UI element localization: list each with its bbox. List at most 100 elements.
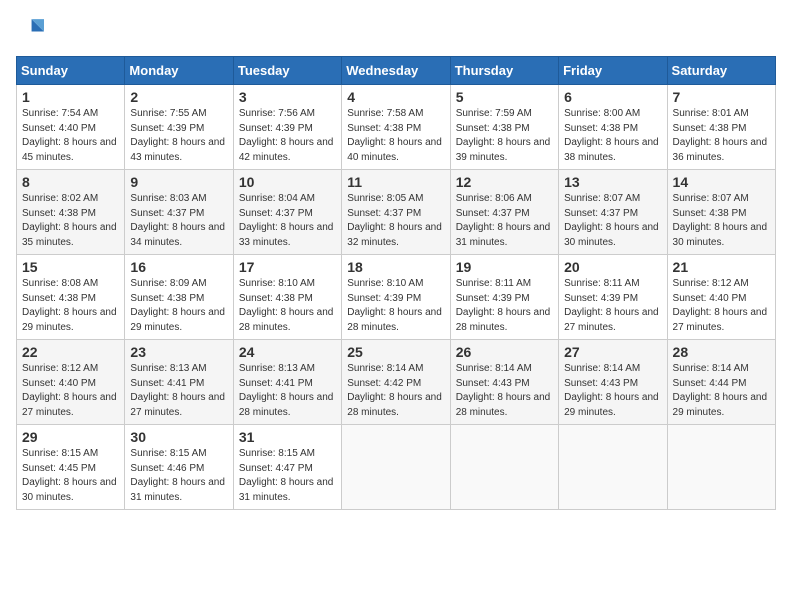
day-info: Sunrise: 7:54 AMSunset: 4:40 PMDaylight:… (22, 108, 117, 163)
day-number: 27 (564, 344, 661, 360)
calendar-cell: 25 Sunrise: 8:14 AMSunset: 4:42 PMDaylig… (342, 340, 450, 425)
calendar-cell: 17 Sunrise: 8:10 AMSunset: 4:38 PMDaylig… (233, 255, 341, 340)
day-number: 22 (22, 344, 119, 360)
calendar-cell: 26 Sunrise: 8:14 AMSunset: 4:43 PMDaylig… (450, 340, 558, 425)
calendar-header-monday: Monday (125, 57, 233, 85)
day-info: Sunrise: 8:06 AMSunset: 4:37 PMDaylight:… (456, 193, 551, 248)
calendar-cell: 7 Sunrise: 8:01 AMSunset: 4:38 PMDayligh… (667, 85, 775, 170)
day-info: Sunrise: 8:11 AMSunset: 4:39 PMDaylight:… (564, 278, 659, 333)
calendar-cell (559, 425, 667, 510)
calendar-cell: 5 Sunrise: 7:59 AMSunset: 4:38 PMDayligh… (450, 85, 558, 170)
day-info: Sunrise: 8:05 AMSunset: 4:37 PMDaylight:… (347, 193, 442, 248)
calendar-cell (450, 425, 558, 510)
day-info: Sunrise: 7:56 AMSunset: 4:39 PMDaylight:… (239, 108, 334, 163)
calendar-cell: 22 Sunrise: 8:12 AMSunset: 4:40 PMDaylig… (17, 340, 125, 425)
calendar-cell: 13 Sunrise: 8:07 AMSunset: 4:37 PMDaylig… (559, 170, 667, 255)
calendar-cell (342, 425, 450, 510)
day-info: Sunrise: 8:15 AMSunset: 4:46 PMDaylight:… (130, 448, 225, 503)
day-number: 16 (130, 259, 227, 275)
day-number: 31 (239, 429, 336, 445)
calendar-cell: 8 Sunrise: 8:02 AMSunset: 4:38 PMDayligh… (17, 170, 125, 255)
day-number: 15 (22, 259, 119, 275)
day-number: 4 (347, 89, 444, 105)
day-info: Sunrise: 8:12 AMSunset: 4:40 PMDaylight:… (673, 278, 768, 333)
day-number: 19 (456, 259, 553, 275)
day-info: Sunrise: 8:09 AMSunset: 4:38 PMDaylight:… (130, 278, 225, 333)
calendar-cell: 11 Sunrise: 8:05 AMSunset: 4:37 PMDaylig… (342, 170, 450, 255)
day-number: 2 (130, 89, 227, 105)
day-number: 9 (130, 174, 227, 190)
calendar-cell: 2 Sunrise: 7:55 AMSunset: 4:39 PMDayligh… (125, 85, 233, 170)
day-info: Sunrise: 8:04 AMSunset: 4:37 PMDaylight:… (239, 193, 334, 248)
calendar-header-sunday: Sunday (17, 57, 125, 85)
calendar-header-saturday: Saturday (667, 57, 775, 85)
day-info: Sunrise: 8:01 AMSunset: 4:38 PMDaylight:… (673, 108, 768, 163)
day-info: Sunrise: 8:14 AMSunset: 4:44 PMDaylight:… (673, 363, 768, 418)
day-info: Sunrise: 8:15 AMSunset: 4:45 PMDaylight:… (22, 448, 117, 503)
day-info: Sunrise: 8:11 AMSunset: 4:39 PMDaylight:… (456, 278, 551, 333)
calendar-week-3: 15 Sunrise: 8:08 AMSunset: 4:38 PMDaylig… (17, 255, 776, 340)
day-number: 26 (456, 344, 553, 360)
day-info: Sunrise: 8:10 AMSunset: 4:38 PMDaylight:… (239, 278, 334, 333)
calendar-cell: 18 Sunrise: 8:10 AMSunset: 4:39 PMDaylig… (342, 255, 450, 340)
day-number: 29 (22, 429, 119, 445)
day-info: Sunrise: 8:14 AMSunset: 4:43 PMDaylight:… (564, 363, 659, 418)
calendar-header-friday: Friday (559, 57, 667, 85)
calendar-header-row: SundayMondayTuesdayWednesdayThursdayFrid… (17, 57, 776, 85)
day-info: Sunrise: 8:03 AMSunset: 4:37 PMDaylight:… (130, 193, 225, 248)
day-info: Sunrise: 8:14 AMSunset: 4:42 PMDaylight:… (347, 363, 442, 418)
day-number: 7 (673, 89, 770, 105)
day-number: 5 (456, 89, 553, 105)
calendar-cell: 20 Sunrise: 8:11 AMSunset: 4:39 PMDaylig… (559, 255, 667, 340)
header (16, 16, 776, 44)
day-number: 28 (673, 344, 770, 360)
calendar-cell: 15 Sunrise: 8:08 AMSunset: 4:38 PMDaylig… (17, 255, 125, 340)
day-number: 1 (22, 89, 119, 105)
day-number: 24 (239, 344, 336, 360)
day-info: Sunrise: 8:13 AMSunset: 4:41 PMDaylight:… (239, 363, 334, 418)
day-number: 14 (673, 174, 770, 190)
day-info: Sunrise: 8:07 AMSunset: 4:37 PMDaylight:… (564, 193, 659, 248)
calendar-body: 1 Sunrise: 7:54 AMSunset: 4:40 PMDayligh… (17, 85, 776, 510)
calendar-cell: 31 Sunrise: 8:15 AMSunset: 4:47 PMDaylig… (233, 425, 341, 510)
calendar-cell: 30 Sunrise: 8:15 AMSunset: 4:46 PMDaylig… (125, 425, 233, 510)
day-info: Sunrise: 7:55 AMSunset: 4:39 PMDaylight:… (130, 108, 225, 163)
day-number: 21 (673, 259, 770, 275)
calendar-cell: 29 Sunrise: 8:15 AMSunset: 4:45 PMDaylig… (17, 425, 125, 510)
day-number: 17 (239, 259, 336, 275)
day-info: Sunrise: 8:12 AMSunset: 4:40 PMDaylight:… (22, 363, 117, 418)
day-info: Sunrise: 8:14 AMSunset: 4:43 PMDaylight:… (456, 363, 551, 418)
calendar-cell: 4 Sunrise: 7:58 AMSunset: 4:38 PMDayligh… (342, 85, 450, 170)
calendar-week-5: 29 Sunrise: 8:15 AMSunset: 4:45 PMDaylig… (17, 425, 776, 510)
calendar-cell: 27 Sunrise: 8:14 AMSunset: 4:43 PMDaylig… (559, 340, 667, 425)
day-number: 23 (130, 344, 227, 360)
calendar-cell: 24 Sunrise: 8:13 AMSunset: 4:41 PMDaylig… (233, 340, 341, 425)
day-number: 6 (564, 89, 661, 105)
calendar-cell: 9 Sunrise: 8:03 AMSunset: 4:37 PMDayligh… (125, 170, 233, 255)
day-info: Sunrise: 8:00 AMSunset: 4:38 PMDaylight:… (564, 108, 659, 163)
day-info: Sunrise: 8:02 AMSunset: 4:38 PMDaylight:… (22, 193, 117, 248)
calendar-cell: 12 Sunrise: 8:06 AMSunset: 4:37 PMDaylig… (450, 170, 558, 255)
calendar-header-thursday: Thursday (450, 57, 558, 85)
day-number: 20 (564, 259, 661, 275)
day-number: 11 (347, 174, 444, 190)
day-info: Sunrise: 8:10 AMSunset: 4:39 PMDaylight:… (347, 278, 442, 333)
calendar-cell: 6 Sunrise: 8:00 AMSunset: 4:38 PMDayligh… (559, 85, 667, 170)
day-number: 18 (347, 259, 444, 275)
calendar-week-1: 1 Sunrise: 7:54 AMSunset: 4:40 PMDayligh… (17, 85, 776, 170)
calendar-header-tuesday: Tuesday (233, 57, 341, 85)
day-info: Sunrise: 7:59 AMSunset: 4:38 PMDaylight:… (456, 108, 551, 163)
logo-icon (16, 16, 44, 44)
day-number: 12 (456, 174, 553, 190)
day-info: Sunrise: 8:13 AMSunset: 4:41 PMDaylight:… (130, 363, 225, 418)
day-number: 8 (22, 174, 119, 190)
calendar-header-wednesday: Wednesday (342, 57, 450, 85)
day-number: 25 (347, 344, 444, 360)
calendar-week-4: 22 Sunrise: 8:12 AMSunset: 4:40 PMDaylig… (17, 340, 776, 425)
calendar-cell: 28 Sunrise: 8:14 AMSunset: 4:44 PMDaylig… (667, 340, 775, 425)
day-info: Sunrise: 8:15 AMSunset: 4:47 PMDaylight:… (239, 448, 334, 503)
day-number: 10 (239, 174, 336, 190)
calendar-cell: 21 Sunrise: 8:12 AMSunset: 4:40 PMDaylig… (667, 255, 775, 340)
day-info: Sunrise: 8:07 AMSunset: 4:38 PMDaylight:… (673, 193, 768, 248)
calendar-cell: 14 Sunrise: 8:07 AMSunset: 4:38 PMDaylig… (667, 170, 775, 255)
